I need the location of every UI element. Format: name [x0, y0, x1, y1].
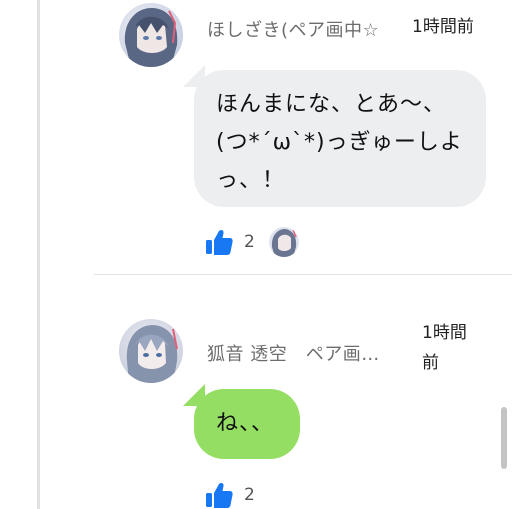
author-avatar[interactable] — [119, 319, 183, 383]
liker-avatar-icon[interactable] — [268, 227, 299, 257]
bubble-tail — [183, 65, 205, 87]
comment-thread: ほしざき(ペア画中☆ 1時間前 ほんまにな、とあ〜、 (つ*´ω`*)っぎゅーし… — [0, 0, 512, 509]
thumbs-up-icon[interactable] — [204, 227, 234, 257]
anime-avatar-icon — [119, 319, 183, 383]
like-count: 2 — [244, 485, 255, 505]
author-avatar[interactable] — [119, 3, 183, 67]
comment-author[interactable]: ほしざき(ペア画中☆ — [207, 16, 379, 42]
like-count: 2 — [244, 232, 255, 252]
anime-avatar-icon — [119, 3, 183, 67]
thread-line — [37, 0, 40, 509]
comment-time: 1時間前 — [412, 17, 474, 37]
comment-divider — [94, 274, 512, 275]
comment-bubble[interactable]: ほんまにな、とあ〜、 (つ*´ω`*)っぎゅーしよ っ、！ — [194, 70, 486, 207]
like-row: 2 — [204, 227, 299, 257]
bubble-tail — [183, 384, 205, 406]
comment-bubble[interactable]: ね、、 — [194, 389, 300, 459]
anime-avatar-icon — [268, 227, 299, 257]
like-row: 2 — [204, 480, 255, 509]
thumbs-up-icon[interactable] — [204, 480, 234, 509]
scrollbar[interactable] — [501, 407, 507, 469]
comment-author[interactable]: 狐音 透空 ペア画… — [207, 340, 380, 366]
comment-text: ね、、 — [216, 411, 275, 436]
comment-time: 1時間 前 — [422, 323, 467, 373]
comment-text: ほんまにな、とあ〜、 (つ*´ω`*)っぎゅーしよ っ、！ — [216, 92, 463, 193]
